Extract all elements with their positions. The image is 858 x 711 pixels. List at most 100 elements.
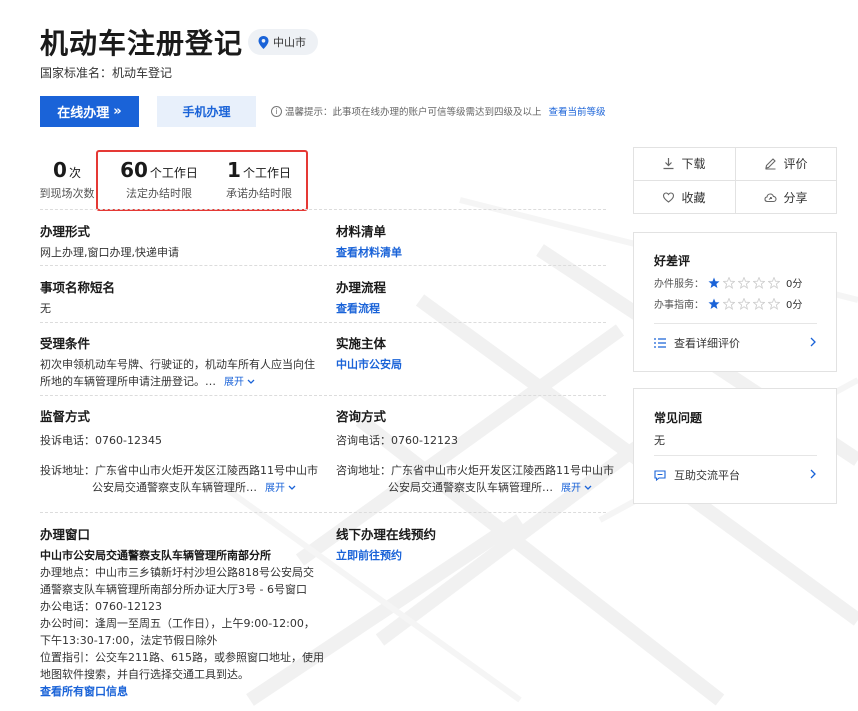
chevron-down-icon [247,379,255,384]
mobile-apply-button[interactable]: 手机办理 [157,96,256,127]
heart-icon [663,191,675,203]
window-address-cont: 通警察支队车辆管理所南部分所办证大厅3号 - 6号窗口 [40,583,307,596]
favorite-button[interactable]: 收藏 [634,181,734,213]
divider [654,455,817,456]
review-label: 评价 [783,157,808,171]
chevron-down-icon [584,485,592,490]
field-value-line: 所地的车辆管理所申请注册登记。… 展开 [40,373,330,391]
star-rating [708,276,780,289]
window-hours: 办公时间：逢周一至周五（工作日），上午9:00-12:00， [40,617,315,630]
field-title: 受理条件 [40,336,91,351]
divider [40,322,606,323]
consult-address-cont: 公安局交通警察支队车辆管理所… 展开 [336,479,616,497]
field-title: 线下办理在线预约 [336,527,437,542]
field-title: 事项名称短名 [40,280,116,295]
field-title: 办理形式 [40,224,91,239]
rating-detail-link[interactable]: 查看详细评价 [654,335,740,351]
window-hours-cont: 下午13:30-17:00，法定节假日除外 [40,634,218,647]
stat-number: 0 [53,158,67,182]
page-title: 机动车注册登记 [40,27,244,60]
expand-label: 展开 [265,483,285,494]
stat-visits: 0次 到现场次数 [36,158,98,201]
highlight-box [96,150,308,211]
share-cloud-icon [764,192,778,202]
faq-value: 无 [654,434,665,447]
field-handling-mode: 办理形式 网上办理,窗口办理,快递申请 [40,221,320,261]
divider [40,512,606,513]
pencil-icon [765,158,777,170]
rating-title: 好差评 [654,254,691,268]
expand-button[interactable]: 展开 [561,483,592,494]
location-label: 中山市 [273,36,306,49]
chevron-right-icon[interactable] [809,337,817,347]
booking-link[interactable]: 立即前往预约 [336,547,606,563]
star-rating [708,297,780,310]
field-title: 办理窗口 [40,527,91,542]
field-subject: 实施主体 中山市公安局 [336,333,606,372]
field-title: 监督方式 [40,409,91,424]
download-icon [663,158,674,170]
field-title: 办理流程 [336,280,387,295]
field-process: 办理流程 查看流程 [336,277,606,316]
faq-title: 常见问题 [654,411,703,425]
divider [40,265,606,266]
rating-score: 0分 [786,279,803,290]
field-value: 网上办理,窗口办理,快递申请 [40,246,179,259]
field-consultation: 咨询方式 咨询电话：0760-12123 咨询地址：广东省中山市火炬开发区江陵西… [336,406,616,497]
star-empty-icon [738,297,750,310]
star-empty-icon [753,297,765,310]
window-name: 中山市公安局交通警察支队车辆管理所南部分所 [40,549,271,562]
star-empty-icon [753,276,765,289]
expand-label: 展开 [561,483,581,494]
all-windows-link[interactable]: 查看所有窗口信息 [40,683,330,700]
share-button[interactable]: 分享 [736,181,836,213]
field-service-window: 办理窗口 中山市公安局交通警察支队车辆管理所南部分所 办理地点：中山市三乡镇新圩… [40,524,330,700]
consult-phone: 咨询电话：0760-12123 [336,434,458,447]
rating-row-guide: 办事指南： 0分 [654,296,802,311]
divider [654,323,817,324]
stat-label: 到现场次数 [39,187,95,200]
star-empty-icon [723,276,735,289]
divider [40,209,606,210]
double-chevron-right-icon: » [113,104,122,119]
check-level-link[interactable]: 查看当前等级 [549,104,606,118]
star-filled-icon [708,298,720,309]
favorite-label: 收藏 [681,190,706,205]
rating-label: 办件服务： [654,279,704,290]
window-guide: 位置指引：公交车211路、615路，或参照窗口地址，使用 [40,651,324,664]
share-label: 分享 [783,190,808,205]
location-badge[interactable]: 中山市 [248,29,318,55]
consult-address: 咨询地址：广东省中山市火炬开发区江陵西路11号中山市 [336,464,614,477]
supervise-phone: 投诉电话：0760-12345 [40,434,162,447]
field-value: 无 [40,302,51,315]
location-pin-icon [258,35,269,49]
window-address: 办理地点：中山市三乡镇新圩村沙坦公路818号公安局交 [40,566,314,579]
field-title: 实施主体 [336,336,387,351]
expand-button[interactable]: 展开 [224,377,255,388]
expand-button[interactable]: 展开 [265,483,296,494]
rating-label: 办事指南： [654,300,704,311]
field-value-line: 初次申领机动车号牌、行驶证的，机动车所有人应当向住 [40,358,315,371]
expand-label: 展开 [224,377,244,388]
rating-detail-label: 查看详细评价 [674,337,740,350]
warm-tip: i 温馨提示：此事项在线办理的账户可信等级需达到四级及以上 查看当前等级 [271,104,606,118]
star-empty-icon [738,276,750,289]
star-filled-icon [708,277,720,288]
materials-list-link[interactable]: 查看材料清单 [336,244,606,260]
list-icon [654,338,666,348]
subject-link[interactable]: 中山市公安局 [336,356,606,372]
download-button[interactable]: 下载 [634,148,734,179]
review-button[interactable]: 评价 [736,148,836,179]
field-materials: 材料清单 查看材料清单 [336,221,606,260]
supervise-address: 投诉地址：广东省中山市火炬开发区江陵西路11号中山市 [40,464,318,477]
download-label: 下载 [681,157,706,171]
online-apply-button[interactable]: 在线办理 » [40,96,139,127]
field-offline-booking: 线下办理在线预约 立即前往预约 [336,524,606,563]
field-short-name: 事项名称短名 无 [40,277,320,317]
process-link[interactable]: 查看流程 [336,300,606,316]
community-platform-link[interactable]: 互助交流平台 [654,467,740,483]
window-guide-cont: 地图软件搜索，并自行选择交通工具到达。 [40,668,249,681]
chevron-right-icon[interactable] [809,469,817,479]
field-supervision: 监督方式 投诉电话：0760-12345 投诉地址：广东省中山市火炬开发区江陵西… [40,406,330,497]
community-platform-label: 互助交流平台 [674,469,740,482]
